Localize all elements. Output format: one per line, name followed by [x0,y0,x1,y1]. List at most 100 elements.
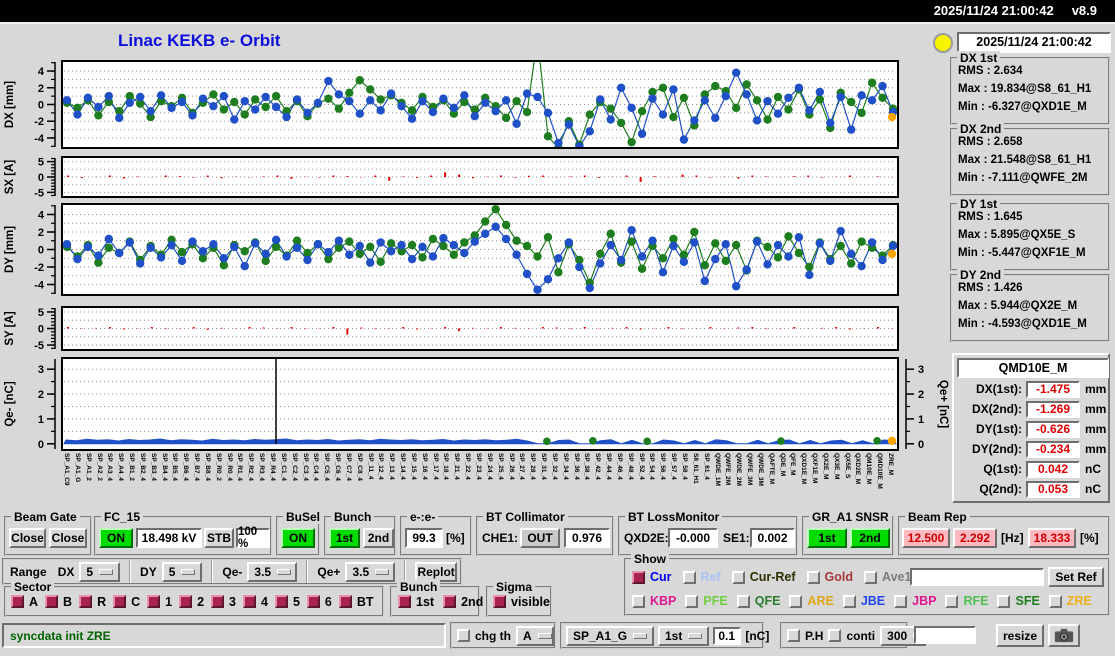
2-checkbox[interactable] [179,595,193,608]
ref-checkbox[interactable] [682,570,696,584]
dx-chart: 4 2 0 -2 -4 DX [mm] [4,60,899,149]
monitor-row: DY(1st): -0.626 mm [954,419,1108,439]
visible-checkbox[interactable] [493,595,506,608]
monitor-row-value: -1.475 [1026,380,1080,398]
6-checkbox[interactable] [306,595,320,608]
x-axis-labels: SP_A1_C9 SP_A1_G SP_A1_2 SP_A2_2 SP_A3_4 SP_A… [62,452,898,514]
beam-rep-value-1: 12.500 [902,528,950,548]
svg-text:1: 1 [38,414,44,426]
check-item-label: JBE [860,594,886,608]
ph-checkbox[interactable] [787,629,800,642]
gr-a1-1st-button[interactable]: 1st [807,528,847,548]
sector-group: Sector A B R C 1 2 3 4 5 6 BT [4,580,384,617]
bpm-label: SP_44_4 [605,453,613,480]
check-item-label: Cur-Ref [749,570,796,584]
stats-line: Min : -5.447@QXF1E_M [958,247,1086,259]
bpm-label: SP_R4_4 [269,453,276,481]
sfe-checkbox[interactable] [997,594,1011,608]
bpm-label: SP_56_4 [659,453,667,480]
che1-state-button[interactable]: OUT [520,528,560,548]
monitor-row-unit: mm [1085,442,1107,456]
check-item-label: 4 [260,594,268,609]
sp-dropdown[interactable]: SP_A1_G [566,625,654,646]
svg-text:0: 0 [38,172,44,184]
bpm-label: SP_18_4 [442,453,450,480]
bt-checkbox[interactable] [338,595,352,608]
range-qe-plus-dropdown[interactable]: 3.5 [345,561,396,582]
r-checkbox[interactable] [79,595,93,608]
beam-gate-close-1-button[interactable]: Close [9,528,46,548]
bunch-1st-button[interactable]: 1st [329,528,360,548]
rfe-checkbox[interactable] [945,594,959,608]
1-checkbox[interactable] [147,595,161,608]
conti-label: conti [846,628,876,643]
extra-input[interactable] [914,626,976,644]
monitor-row: Q(1st): 0.042 nC [954,459,1108,479]
beam-rep-value-2: 2.292 [953,528,997,548]
b-checkbox[interactable] [45,595,59,608]
beam-gate-group: Beam Gate Close Close [4,510,92,556]
status-led [933,33,953,53]
chg-th-dropdown[interactable]: A [516,625,554,646]
zre-checkbox[interactable] [1048,594,1062,608]
are-checkbox[interactable] [789,594,803,608]
1st-checkbox[interactable] [398,595,411,608]
4-checkbox[interactable] [242,595,256,608]
check-item-label: 1 [165,594,173,609]
bpm-label: QMD10E_M [876,453,884,489]
bpm-label: SP_58_4 [681,453,688,480]
check-item-kbp: KBP [632,594,676,608]
bpm-label: QWDE_1M [713,453,721,486]
check-item-cur: Cur [632,570,672,584]
bunch-2nd-button[interactable]: 2nd [363,528,394,548]
bpm-label: SP_15_4 [409,453,417,480]
threshold-unit: [nC] [745,628,770,643]
kbp-checkbox[interactable] [632,594,645,608]
monitor-row: Q(2nd): 0.053 nC [954,479,1108,499]
beam-gate-close-2-button[interactable]: Close [49,528,87,548]
bpm-label: SP_A4_4 [117,453,125,481]
ave10-checkbox[interactable] [864,570,877,584]
bunch-select-dropdown[interactable]: 1st [658,625,710,646]
gold-checkbox[interactable] [806,570,820,584]
screenshot-button[interactable] [1048,624,1080,647]
cur-ref-checkbox[interactable] [731,570,745,584]
pfe-checkbox[interactable] [685,594,699,608]
monitor-row-label: DX(2nd): [972,402,1022,416]
range-dx-dropdown[interactable]: 5 [79,561,121,582]
dropdown-bar-icon [633,632,648,639]
5-checkbox[interactable] [274,595,288,608]
bpm-label: SP_32_4 [550,453,558,480]
chg-th-checkbox[interactable] [457,629,470,642]
a-checkbox[interactable] [11,595,24,608]
cur-checkbox[interactable] [632,570,645,584]
jbe-checkbox[interactable] [842,594,856,608]
qfe-checkbox[interactable] [736,594,750,608]
set-ref-button[interactable]: Set Ref [1048,567,1104,587]
fc15-stb-button[interactable]: STB [204,528,234,548]
c-checkbox[interactable] [113,595,127,608]
resize-button[interactable]: resize [996,624,1044,647]
fc15-kv-value: 18.498 kV [136,528,202,548]
check-item-label: QFE [754,594,781,608]
threshold-input[interactable] [713,626,742,645]
busel-on-button[interactable]: ON [281,528,315,548]
range-qe-minus-dropdown[interactable]: 3.5 [247,561,298,582]
range-qe-plus-label: Qe+ [317,564,341,579]
replot-button[interactable]: Replot [415,561,457,582]
bpm-label: SP_A1_G [73,453,81,483]
jbp-checkbox[interactable] [894,594,908,608]
monitor-row-label: DY(1st): [975,422,1022,436]
range-dy-dropdown[interactable]: 5 [161,561,203,582]
ref-file-input[interactable] [910,568,1044,586]
svg-text:0: 0 [38,100,44,112]
3-checkbox[interactable] [211,595,225,608]
stats-group-dy-2nd: DY 2nd RMS : 1.426 Max : 5.944@QX2E_M Min :… [950,268,1110,342]
check-item-pfe: PFE [685,594,728,608]
conti-checkbox[interactable] [828,629,842,642]
svg-text:4: 4 [38,66,45,78]
bpm-label: SP_21_4 [453,453,461,480]
2nd-checkbox[interactable] [443,595,457,608]
gr-a1-2nd-button[interactable]: 2nd [850,528,890,548]
fc15-on-button[interactable]: ON [99,528,133,548]
